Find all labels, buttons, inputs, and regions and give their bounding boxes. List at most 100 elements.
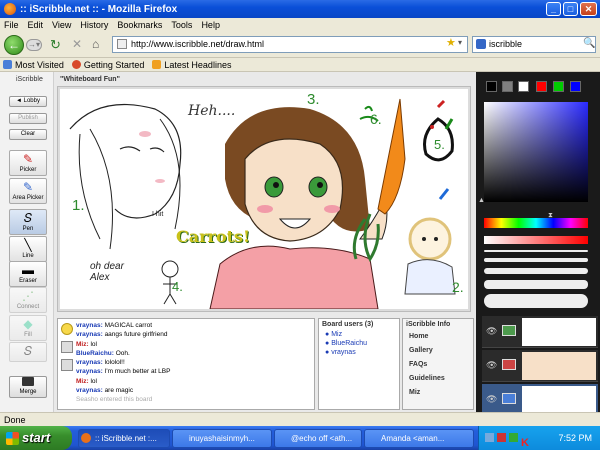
address-bar[interactable]: http://www.iscribble.net/draw.html [112,36,468,53]
chat-nick: vraynas: [76,387,103,395]
bookmark-most-visited[interactable]: Most Visited [3,60,64,70]
swatch-gray[interactable] [502,81,513,92]
url-dropdown-icon[interactable]: ▾ [458,38,462,47]
bookmark-label: Latest Headlines [164,59,232,70]
search-go-icon[interactable]: 🔍 [583,38,595,49]
eye-icon[interactable]: 👁 [486,360,497,371]
user-item[interactable]: ● vraynas [325,348,399,357]
info-link-home[interactable]: Home [409,330,473,344]
brush-size-4[interactable] [484,280,588,289]
search-value: iscribble [489,39,523,49]
menu-file[interactable]: File [4,20,19,30]
swatch-white[interactable] [518,81,529,92]
user-item[interactable]: ● Miz [325,330,399,339]
search-input[interactable]: iscribble [472,36,596,53]
info-link-miz[interactable]: Miz [409,386,473,400]
task-iscribble[interactable]: :: iScribble.net :... [78,429,170,448]
swatch-black[interactable] [486,81,497,92]
hue-slider[interactable] [484,218,588,228]
chat-settings-icon[interactable] [61,341,73,353]
bookmark-getting-started[interactable]: Getting Started [71,59,145,70]
color-square[interactable] [484,102,588,202]
info-link-faqs[interactable]: FAQs [409,358,473,372]
menu-help[interactable]: Help [201,20,220,30]
layer-lock-icon[interactable] [502,325,516,336]
swatch-green[interactable] [553,81,564,92]
clear-button[interactable]: Clear [9,129,47,140]
eraser-icon: ▬ [22,263,34,277]
tray-icon-security[interactable] [497,433,506,442]
picker-marker-icon: ▲ [478,197,485,204]
tray-icon-status[interactable] [509,433,518,442]
brush-size-1[interactable] [484,250,588,252]
bookmark-label: Most Visited [15,59,64,70]
opacity-slider[interactable] [484,236,588,244]
bookmark-label: Getting Started [83,59,145,70]
bookmark-star-icon[interactable]: ★ [446,36,456,49]
firefox-bookmark-icon [71,60,81,69]
connect-tool[interactable]: ⋰ Connect [9,287,47,313]
search-engine-icon[interactable] [476,39,486,49]
chat-text: aangs future girlfriend [104,331,168,339]
home-icon[interactable]: ⌂ [92,37,99,51]
layer-lock-icon[interactable] [502,393,516,404]
swatch-blue[interactable] [570,81,581,92]
brush-size-2[interactable] [484,258,588,262]
back-button[interactable]: ← [4,35,24,55]
task-inuyasha[interactable]: inuyashaisinmyh... [172,429,272,448]
line-tool[interactable]: ╲ Line [9,236,47,262]
close-button[interactable]: ✕ [580,2,597,16]
info-link-gallery[interactable]: Gallery [409,344,473,358]
chat-sound-icon[interactable] [61,359,73,371]
pen-tool[interactable]: 𝑆 Pen [9,209,47,235]
menu-history[interactable]: History [80,20,108,30]
user-item[interactable]: ● BlueRaichu [325,339,399,348]
chat-text: are magic [104,387,134,395]
menu-view[interactable]: View [52,20,71,30]
drawing-canvas[interactable]: Heh.... 3. 6. 5. 1. 2. 4. Carrots! oh de… [60,89,468,309]
eye-icon[interactable]: 👁 [486,326,497,337]
chat-text: I'm much better at LBP [104,368,171,376]
info-link-guidelines[interactable]: Guidelines [409,372,473,386]
chat-log[interactable]: vraynas: MAGICAL carrot vraynas: aangs f… [57,318,315,410]
start-label: start [22,430,51,445]
menu-edit[interactable]: Edit [28,20,44,30]
stop-icon[interactable]: ✕ [72,37,82,51]
canvas-text-4: 4. [172,279,183,294]
line-icon: ╲ [24,238,32,252]
layer-1[interactable]: 👁 [482,316,598,348]
menu-bookmarks[interactable]: Bookmarks [117,20,162,30]
task-amanda[interactable]: Amanda <aman... [364,429,474,448]
task-echo-off[interactable]: @echo off <ath... [274,429,362,448]
brush-size-3[interactable] [484,268,588,274]
swatch-red[interactable] [536,81,547,92]
smiley-icon[interactable] [61,323,73,335]
eraser-tool[interactable]: ▬ Eraser [9,261,47,287]
smudge-tool[interactable]: 𝑆 [9,342,47,362]
maximize-button[interactable]: □ [563,2,578,16]
forward-button[interactable]: →▾ [26,39,42,51]
lobby-button[interactable]: ◄ Lobby [9,96,47,107]
tray-icon-k[interactable]: K [521,431,529,450]
chat-line: vraynas: I'm much better at LBP [58,367,314,376]
fill-tool[interactable]: ◆ Fill [9,315,47,341]
reload-icon[interactable]: ↻ [50,37,61,53]
bookmark-latest-headlines[interactable]: Latest Headlines [152,60,231,70]
menu-tools[interactable]: Tools [171,20,192,30]
publish-button[interactable]: Publish [9,113,47,124]
canvas-text-oh-dear: oh dear Alex [90,261,124,283]
brush-size-5[interactable] [484,294,588,308]
window-title: :: iScribble.net :: - Mozilla Firefox [20,3,178,15]
minimize-button[interactable]: _ [546,2,561,16]
picker-tool[interactable]: ✎ Picker [9,150,47,176]
eye-icon[interactable]: 👁 [486,394,497,405]
user-name: Miz [331,331,343,338]
area-picker-tool[interactable]: ✎ Area Picker [9,178,47,204]
layer-2[interactable]: 👁 [482,350,598,382]
tray-icon-network[interactable] [485,433,494,442]
hue-slider-handle[interactable]: ⧗ [548,212,553,220]
layer-lock-icon[interactable] [502,359,516,370]
chat-text: lol [90,340,97,348]
status-text: Done [4,415,26,425]
folder-icon [3,60,12,69]
